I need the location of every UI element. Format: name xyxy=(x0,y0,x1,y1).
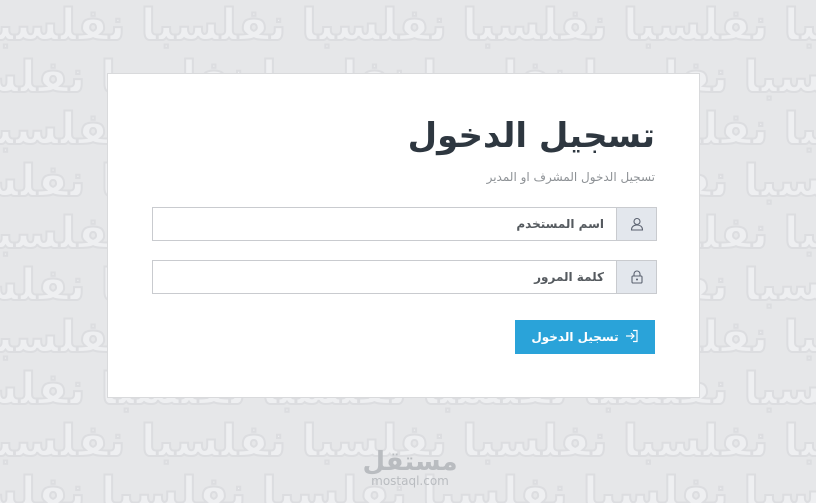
username-input[interactable] xyxy=(153,208,616,240)
sign-in-icon xyxy=(625,329,639,346)
login-button-label: تسجيل الدخول xyxy=(531,330,619,344)
mostaql-watermark: مستقل mostaql.com xyxy=(355,448,465,488)
watermark-logo: مستقل xyxy=(362,447,458,477)
user-icon xyxy=(616,208,656,240)
watermark-url: mostaql.com xyxy=(371,474,449,488)
lock-icon xyxy=(616,261,656,293)
password-field xyxy=(152,260,657,294)
login-card: تسجيل الدخول تسجيل الدخول المشرف او المد… xyxy=(107,73,700,398)
login-button[interactable]: تسجيل الدخول xyxy=(515,320,655,354)
login-subtitle: تسجيل الدخول المشرف او المدير xyxy=(486,170,655,184)
username-field xyxy=(152,207,657,241)
login-title: تسجيل الدخول xyxy=(407,116,655,156)
password-input[interactable] xyxy=(153,261,616,293)
